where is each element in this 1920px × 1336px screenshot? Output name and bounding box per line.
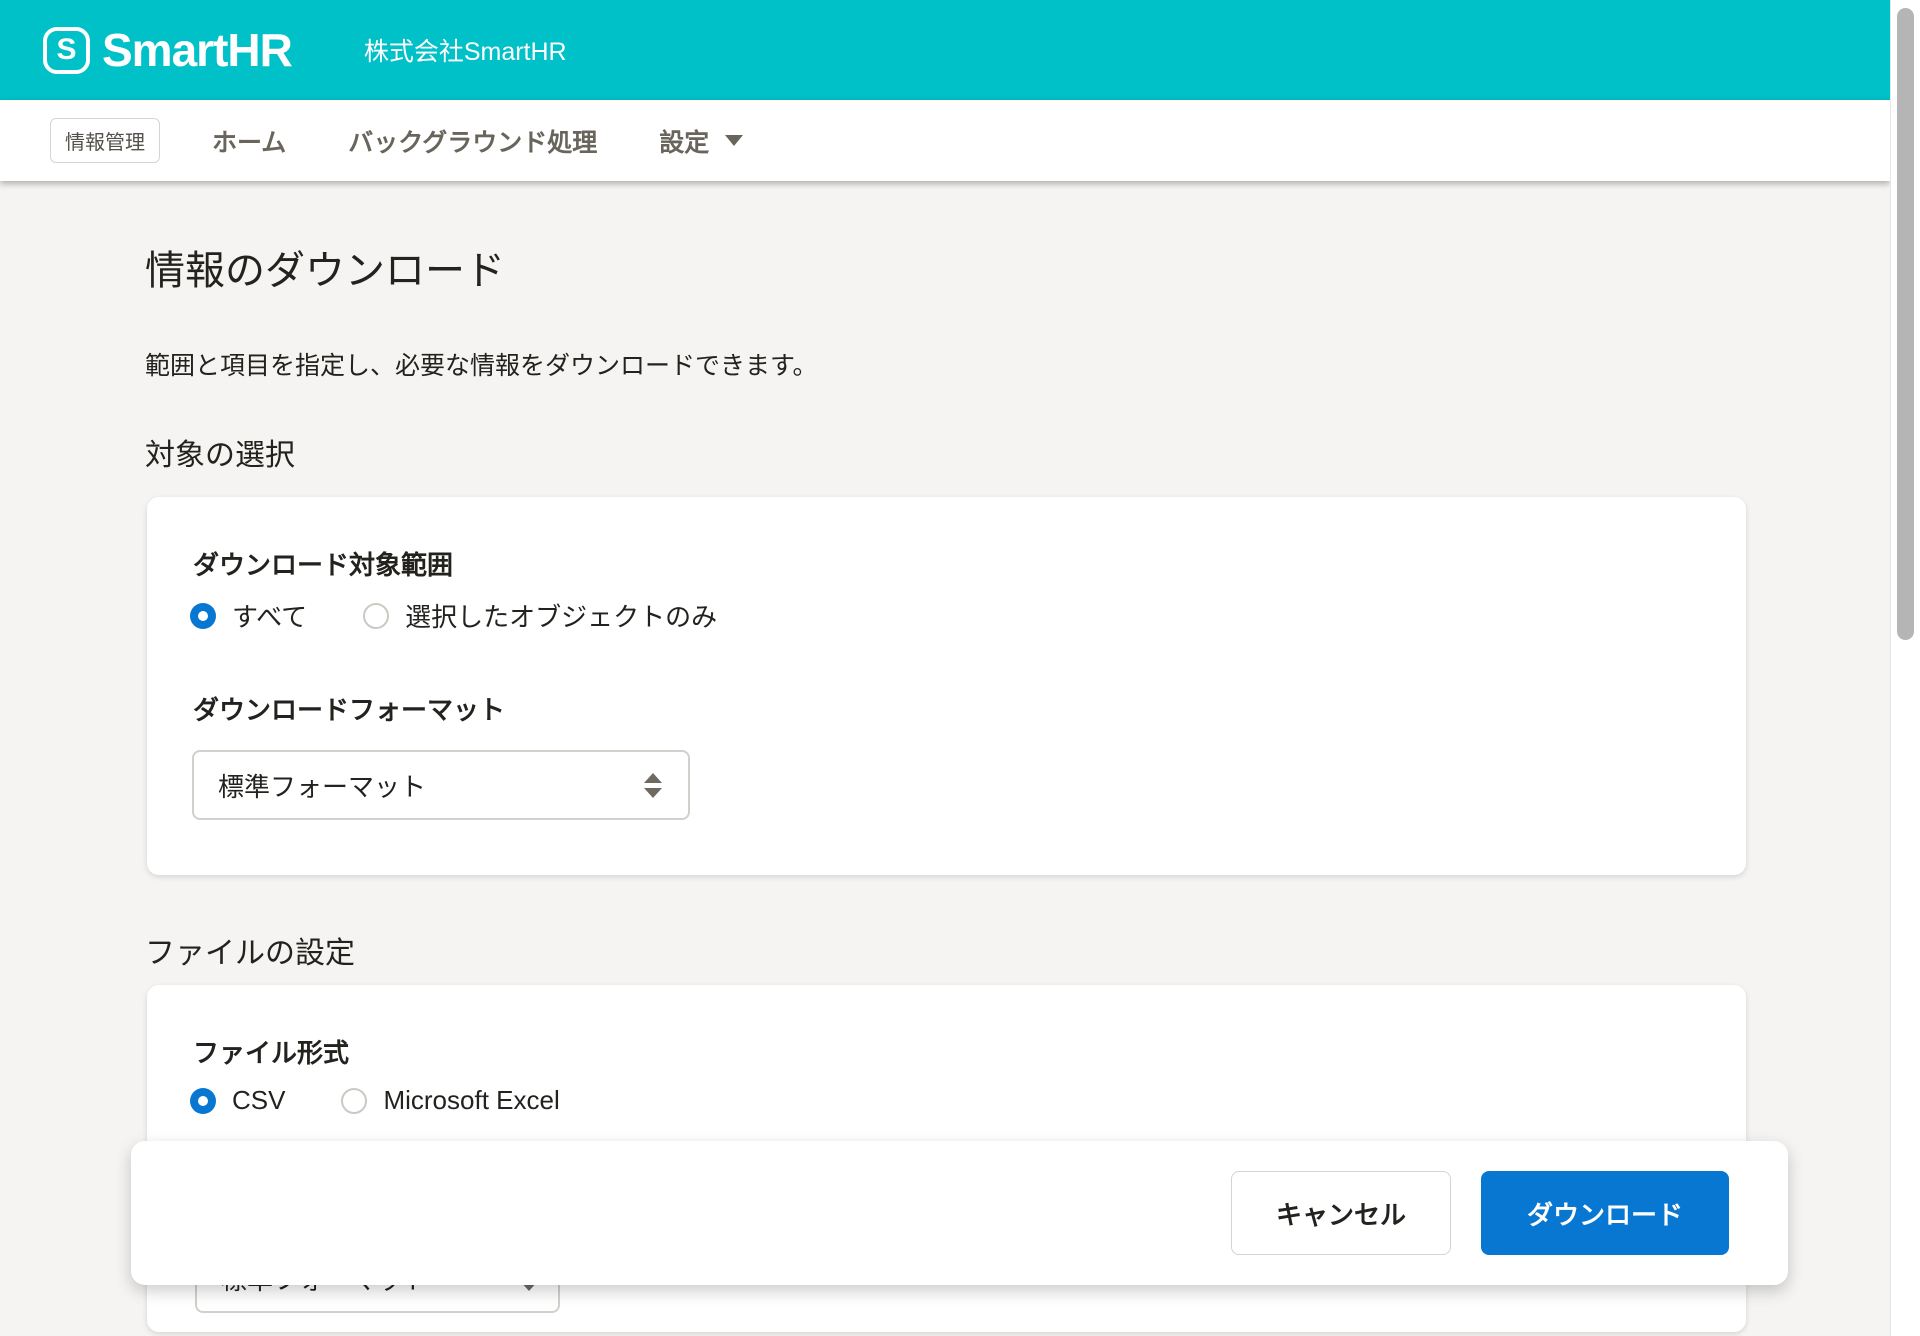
- file-format-label: ファイル形式: [193, 1033, 349, 1070]
- nav-item-settings-label: 設定: [659, 123, 709, 159]
- section-heading-file: ファイルの設定: [145, 928, 355, 972]
- nav-item-home[interactable]: ホーム: [212, 123, 286, 159]
- radio-option-all[interactable]: すべて: [190, 597, 307, 634]
- scrollbar-thumb[interactable]: [1897, 8, 1914, 640]
- smarthr-logo-icon: S: [43, 27, 90, 74]
- nav-item-background-jobs[interactable]: バックグラウンド処理: [348, 123, 597, 159]
- smarthr-logo-text: SmartHR: [102, 23, 292, 77]
- radio-option-all-label: すべて: [232, 597, 307, 634]
- radio-unchecked-icon: [341, 1088, 367, 1114]
- radio-option-excel[interactable]: Microsoft Excel: [341, 1085, 559, 1116]
- download-format-select-value: 標準フォーマット: [218, 767, 426, 804]
- download-range-label: ダウンロード対象範囲: [193, 545, 453, 582]
- section-heading-target: 対象の選択: [145, 430, 295, 474]
- scrollbar-track[interactable]: [1890, 0, 1920, 1336]
- nav-item-settings[interactable]: 設定: [659, 123, 743, 159]
- app-name-badge: 情報管理: [50, 118, 160, 163]
- download-button[interactable]: ダウンロード: [1481, 1171, 1729, 1255]
- target-selection-card: ダウンロード対象範囲 すべて 選択したオブジェクトのみ ダウンロードフォーマット…: [147, 497, 1746, 875]
- radio-unchecked-icon: [363, 603, 389, 629]
- radio-checked-icon: [190, 1088, 216, 1114]
- action-bar: キャンセル ダウンロード: [131, 1141, 1788, 1285]
- app-header: S SmartHR 株式会社SmartHR: [0, 0, 1890, 100]
- radio-option-excel-label: Microsoft Excel: [383, 1085, 559, 1116]
- smarthr-logo[interactable]: S SmartHR: [43, 23, 292, 77]
- cancel-button[interactable]: キャンセル: [1231, 1171, 1451, 1255]
- file-format-radio-group: CSV Microsoft Excel: [190, 1085, 616, 1116]
- chevron-down-icon: [725, 135, 743, 146]
- nav-bar: 情報管理 ホーム バックグラウンド処理 設定: [0, 100, 1890, 181]
- company-name: 株式会社SmartHR: [364, 32, 567, 68]
- radio-option-csv[interactable]: CSV: [190, 1085, 285, 1116]
- select-updown-icon: [644, 773, 662, 798]
- radio-option-selected-objects-label: 選択したオブジェクトのみ: [405, 597, 717, 634]
- page-description: 範囲と項目を指定し、必要な情報をダウンロードできます。: [145, 346, 818, 382]
- download-format-select[interactable]: 標準フォーマット: [192, 750, 690, 820]
- download-range-radio-group: すべて 選択したオブジェクトのみ: [190, 597, 773, 634]
- radio-option-selected-objects[interactable]: 選択したオブジェクトのみ: [363, 597, 717, 634]
- radio-option-csv-label: CSV: [232, 1085, 285, 1116]
- download-format-label: ダウンロードフォーマット: [193, 690, 505, 727]
- radio-checked-icon: [190, 603, 216, 629]
- page-title: 情報のダウンロード: [145, 238, 505, 296]
